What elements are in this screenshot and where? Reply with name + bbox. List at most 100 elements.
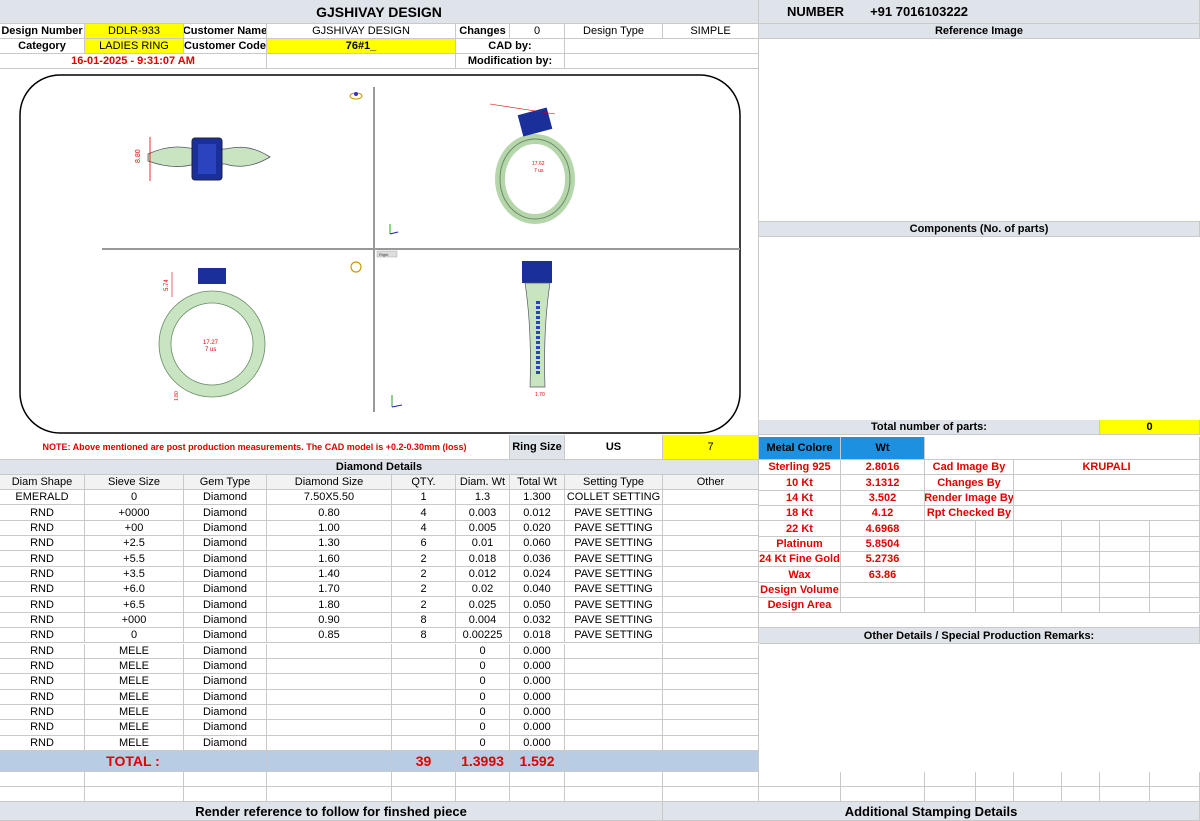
diamond-cell-diam-shape[interactable]: RND <box>0 520 85 537</box>
diamond-cell-qty[interactable]: 2 <box>392 566 456 583</box>
metal-grid-cell[interactable] <box>925 567 976 583</box>
blank-grid-cell[interactable] <box>1014 772 1062 787</box>
diamond-cell-diamond-size[interactable] <box>267 674 392 690</box>
diamond-cell-other[interactable] <box>663 643 759 659</box>
diamond-cell-diam-shape[interactable]: RND <box>0 720 85 736</box>
blank-cell[interactable] <box>267 54 456 69</box>
diamond-cell-sieve-size[interactable]: MELE <box>85 643 184 659</box>
diamond-cell-qty[interactable] <box>392 704 456 721</box>
diamond-cell-setting-type[interactable] <box>565 689 663 705</box>
credit-value[interactable]: KRUPALI <box>1014 460 1200 476</box>
blank-grid-cell[interactable] <box>1014 787 1062 802</box>
diamond-cell-sieve-size[interactable]: +2.5 <box>85 536 184 552</box>
diamond-cell-sieve-size[interactable]: +000 <box>85 612 184 629</box>
diamond-cell-gem-type[interactable]: Diamond <box>184 551 267 567</box>
blank-grid-cell[interactable] <box>267 772 392 787</box>
blank-grid-cell[interactable] <box>1062 787 1100 802</box>
metal-grid-cell[interactable] <box>1014 598 1062 614</box>
metal-weight[interactable]: 4.12 <box>841 506 925 522</box>
diamond-cell-total-wt[interactable]: 0.050 <box>510 597 565 613</box>
diamond-cell-gem-type[interactable]: Diamond <box>184 658 267 675</box>
diamond-cell-diamond-size[interactable]: 1.40 <box>267 566 392 583</box>
metal-grid-cell[interactable] <box>1062 567 1100 583</box>
blank-grid-cell[interactable] <box>759 772 841 787</box>
blank-grid-cell[interactable] <box>85 772 184 787</box>
diamond-cell-diamond-size[interactable]: 0.90 <box>267 612 392 629</box>
blank-grid-cell[interactable] <box>392 772 456 787</box>
diamond-cell-diam-shape[interactable]: RND <box>0 704 85 721</box>
metal-grid-cell[interactable] <box>1150 536 1200 553</box>
metal-grid-cell[interactable] <box>925 582 976 599</box>
diamond-cell-sieve-size[interactable]: 0 <box>85 490 184 506</box>
blank-grid-cell[interactable] <box>392 787 456 802</box>
diamond-cell-total-wt[interactable]: 0.000 <box>510 643 565 659</box>
diamond-cell-qty[interactable]: 2 <box>392 551 456 567</box>
diamond-cell-diamond-size[interactable] <box>267 704 392 721</box>
diamond-cell-setting-type[interactable]: PAVE SETTING <box>565 551 663 567</box>
diamond-cell-diam-shape[interactable]: RND <box>0 566 85 583</box>
diamond-cell-total-wt[interactable]: 0.020 <box>510 520 565 537</box>
metal-grid-cell[interactable] <box>1062 552 1100 568</box>
diamond-cell-diamond-size[interactable]: 0.80 <box>267 505 392 521</box>
diamond-cell-gem-type[interactable]: Diamond <box>184 612 267 629</box>
diamond-cell-diam-wt[interactable]: 0 <box>456 658 510 675</box>
diamond-cell-sieve-size[interactable]: MELE <box>85 658 184 675</box>
diamond-cell-qty[interactable]: 4 <box>392 520 456 537</box>
diamond-cell-diam-wt[interactable]: 0 <box>456 704 510 721</box>
diamond-cell-other[interactable] <box>663 505 759 521</box>
diamond-cell-diam-shape[interactable]: RND <box>0 628 85 644</box>
metal-grid-cell[interactable] <box>1150 582 1200 599</box>
ring-size-value[interactable]: 7 <box>663 435 759 460</box>
diamond-cell-setting-type[interactable]: COLLET SETTING <box>565 490 663 506</box>
diamond-cell-gem-type[interactable]: Diamond <box>184 735 267 751</box>
blank-grid-cell[interactable] <box>510 787 565 802</box>
diamond-cell-diam-wt[interactable]: 0.005 <box>456 520 510 537</box>
diamond-cell-diamond-size[interactable] <box>267 735 392 751</box>
metal-grid-cell[interactable] <box>976 521 1014 537</box>
credit-value[interactable] <box>1014 475 1200 491</box>
diamond-cell-setting-type[interactable] <box>565 674 663 690</box>
total-parts-value[interactable]: 0 <box>1100 420 1200 435</box>
diamond-cell-sieve-size[interactable]: MELE <box>85 674 184 690</box>
metal-grid-cell[interactable] <box>1100 582 1150 599</box>
diamond-cell-gem-type[interactable]: Diamond <box>184 628 267 644</box>
diamond-cell-total-wt[interactable]: 0.000 <box>510 689 565 705</box>
changes-value[interactable]: 0 <box>510 24 565 39</box>
diamond-cell-other[interactable] <box>663 536 759 552</box>
metal-grid-cell[interactable] <box>976 582 1014 599</box>
diamond-cell-total-wt[interactable]: 0.036 <box>510 551 565 567</box>
diamond-cell-sieve-size[interactable]: +0000 <box>85 505 184 521</box>
diamond-cell-sieve-size[interactable]: +00 <box>85 520 184 537</box>
diamond-cell-total-wt[interactable]: 0.000 <box>510 704 565 721</box>
diamond-cell-other[interactable] <box>663 597 759 613</box>
diamond-cell-diamond-size[interactable] <box>267 658 392 675</box>
metal-grid-cell[interactable] <box>1100 552 1150 568</box>
metal-weight[interactable]: 5.2736 <box>841 552 925 568</box>
diamond-cell-total-wt[interactable]: 0.060 <box>510 536 565 552</box>
diamond-cell-setting-type[interactable] <box>565 720 663 736</box>
diamond-cell-diamond-size[interactable] <box>267 720 392 736</box>
metal-grid-cell[interactable] <box>1014 567 1062 583</box>
diamond-cell-diamond-size[interactable]: 0.85 <box>267 628 392 644</box>
diamond-cell-other[interactable] <box>663 628 759 644</box>
diamond-cell-diam-wt[interactable]: 0.01 <box>456 536 510 552</box>
diamond-cell-diam-wt[interactable]: 0 <box>456 674 510 690</box>
blank-grid-cell[interactable] <box>841 772 925 787</box>
diamond-cell-setting-type[interactable]: PAVE SETTING <box>565 612 663 629</box>
diamond-cell-other[interactable] <box>663 520 759 537</box>
diamond-cell-diam-shape[interactable]: RND <box>0 658 85 675</box>
diamond-cell-sieve-size[interactable]: +6.0 <box>85 582 184 598</box>
diamond-cell-qty[interactable] <box>392 674 456 690</box>
diamond-cell-other[interactable] <box>663 658 759 675</box>
diamond-cell-gem-type[interactable]: Diamond <box>184 597 267 613</box>
diamond-cell-gem-type[interactable]: Diamond <box>184 720 267 736</box>
metal-grid-cell[interactable] <box>1100 521 1150 537</box>
diamond-cell-total-wt[interactable]: 0.000 <box>510 658 565 675</box>
metal-grid-cell[interactable] <box>976 598 1014 614</box>
diamond-cell-other[interactable] <box>663 490 759 506</box>
diamond-cell-diamond-size[interactable]: 1.00 <box>267 520 392 537</box>
metal-weight[interactable]: 5.8504 <box>841 536 925 553</box>
customer-name-value[interactable]: GJSHIVAY DESIGN <box>267 24 456 39</box>
metal-grid-cell[interactable] <box>976 536 1014 553</box>
diamond-cell-total-wt[interactable]: 0.032 <box>510 612 565 629</box>
